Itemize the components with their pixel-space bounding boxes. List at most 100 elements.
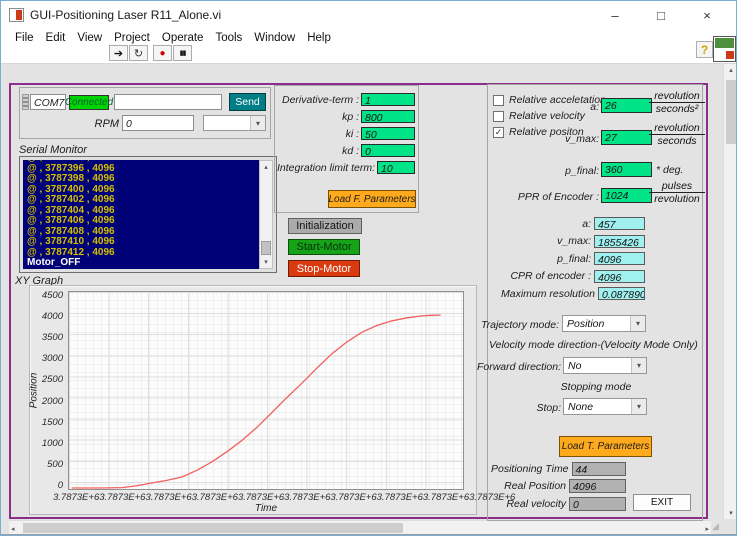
hscroll-thumb[interactable] [23, 523, 403, 533]
xy-curve-line [72, 315, 440, 488]
menu-item[interactable]: Project [108, 30, 156, 46]
console-scrollbar[interactable]: ▴ ▾ [259, 160, 273, 269]
serial-message-input[interactable] [114, 94, 222, 110]
y-tick-label: 0 [58, 480, 63, 491]
menu-item[interactable]: Help [301, 30, 337, 46]
computed-value-field: 4096 [594, 270, 645, 283]
exit-button[interactable]: EXIT [633, 494, 691, 511]
run-button[interactable]: ➔ [109, 45, 128, 61]
help-icon: ? [701, 43, 708, 57]
y-tick-label: 3000 [42, 353, 63, 364]
serial-monitor-label: Serial Monitor [19, 144, 87, 156]
minimize-button[interactable]: – [592, 1, 638, 29]
pfinal-label: p_final: [541, 165, 599, 177]
abort-button[interactable]: ● [153, 45, 172, 61]
vscroll-thumb[interactable] [726, 80, 736, 144]
x-tick-label: 3.7873E+6 [377, 492, 423, 503]
scroll-left-icon[interactable]: ◂ [11, 525, 15, 533]
window-title: GUI-Positioning Laser R11_Alone.vi [30, 8, 221, 22]
pid-row-label: ki : [346, 128, 359, 140]
readout-value-field: 4096 [569, 479, 626, 493]
run-continuous-button[interactable]: ↻ [129, 45, 148, 61]
y-tick-label: 1000 [42, 438, 63, 449]
serial-monitor[interactable]: @ , 3787394 , 4096 @ , 3787396 , 4096@ ,… [19, 156, 277, 273]
pid-value-field[interactable]: 50 [361, 127, 415, 140]
checkbox-icon[interactable]: ✓ [493, 127, 504, 138]
stop-value: None [568, 401, 593, 413]
accel-unit-top: revolution [649, 90, 705, 103]
maximize-button[interactable]: □ [638, 1, 684, 29]
pid-value-field[interactable]: 10 [377, 161, 415, 174]
console-line: @ , 3787398 , 4096 [23, 174, 259, 185]
menu-item[interactable]: Tools [209, 30, 248, 46]
vmax-unit-bottom: seconds [649, 135, 705, 147]
computed-row-label: v_max: [557, 235, 591, 247]
start-motor-button[interactable]: Start-Motor [288, 239, 360, 255]
send-button[interactable]: Send [229, 93, 266, 111]
menu-item[interactable]: Window [248, 30, 301, 46]
close-button[interactable]: × [684, 1, 730, 29]
window-hscrollbar[interactable]: ◂ ▸ [9, 520, 711, 534]
stop-combo[interactable]: None ▾ [563, 398, 647, 415]
window-controls: – □ × [592, 1, 737, 29]
checkbox-icon[interactable]: ✓ [493, 111, 504, 122]
com-port-input[interactable] [30, 94, 66, 110]
forward-direction-combo[interactable]: No ▾ [563, 357, 647, 374]
pid-value-field[interactable]: 1 [361, 93, 415, 106]
scroll-right-icon[interactable]: ▸ [705, 525, 709, 533]
serial-console[interactable]: @ , 3787394 , 4096 @ , 3787396 , 4096@ ,… [23, 160, 259, 269]
abort-icon: ● [159, 48, 165, 59]
context-help-button[interactable]: ? [696, 41, 713, 58]
stop-motor-button[interactable]: Stop-Motor [288, 260, 360, 277]
accel-field[interactable]: 26 [601, 98, 652, 113]
menu-item[interactable]: View [71, 30, 108, 46]
menu-item[interactable]: Operate [156, 30, 210, 46]
trajectory-mode-value: Position [567, 318, 604, 330]
console-line: @ , 3787406 , 4096 [23, 216, 259, 227]
checkbox-icon[interactable]: ✓ [493, 95, 504, 106]
computed-value-field: 457 [594, 217, 645, 230]
stopping-mode-label: Stopping mode [541, 381, 651, 393]
y-tick-label: 4000 [42, 311, 63, 322]
menu-bar: FileEditViewProjectOperateToolsWindowHel… [9, 29, 337, 46]
menu-item[interactable]: File [9, 30, 40, 46]
window-vscrollbar[interactable]: ▴ ▾ [723, 64, 737, 519]
y-tick-label: 1500 [42, 417, 63, 428]
trajectory-mode-label: Trajectory mode: [471, 319, 559, 331]
xy-curve [69, 292, 465, 491]
console-line: @ , 3787402 , 4096 [23, 195, 259, 206]
y-tick-label: 2000 [42, 396, 63, 407]
computed-value-field: 4096 [594, 252, 645, 265]
vi-icon[interactable] [713, 36, 736, 62]
pause-button[interactable]: ▮▮ [173, 45, 192, 61]
pid-value-field[interactable]: 800 [361, 110, 415, 123]
y-tick-label: 2500 [42, 374, 63, 385]
console-scroll-thumb[interactable] [261, 241, 271, 255]
scroll-up-icon[interactable]: ▴ [260, 163, 272, 171]
rpm-combo[interactable]: ▾ [203, 115, 266, 131]
scroll-up-icon[interactable]: ▴ [724, 66, 737, 74]
initialization-button[interactable]: Initialization [288, 218, 362, 234]
load-t-parameters-button[interactable]: Load T. Parameters [559, 436, 652, 457]
scroll-down-icon[interactable]: ▾ [260, 258, 272, 266]
menu-item[interactable]: Edit [40, 30, 72, 46]
vmax-field[interactable]: 27 [601, 130, 652, 145]
pfinal-field[interactable]: 360 [601, 162, 652, 177]
readout-label: Real velocity [506, 498, 566, 510]
ppr-unit: pulses revolution [649, 180, 705, 205]
x-tick-label: 3.7873E+6 [238, 492, 284, 503]
x-tick-label: 3.7873E+6 [145, 492, 191, 503]
run-icon: ➔ [114, 47, 123, 60]
x-axis-label: Time [68, 503, 464, 514]
rpm-input[interactable] [122, 115, 194, 131]
scroll-down-icon[interactable]: ▾ [724, 509, 737, 517]
load-f-parameters-button[interactable]: Load F. Parameters [328, 190, 416, 208]
resize-grip-icon[interactable]: ◢ [712, 521, 719, 532]
forward-direction-label: Forward direction: [471, 361, 561, 373]
ppr-unit-bottom: revolution [649, 193, 705, 205]
pid-value-field[interactable]: 0 [361, 144, 415, 157]
console-line: @ , 3787410 , 4096 [23, 237, 259, 248]
vi-icon-art-top [715, 38, 734, 48]
trajectory-mode-combo[interactable]: Position ▾ [562, 315, 646, 332]
ppr-field[interactable]: 1024 [601, 188, 652, 203]
